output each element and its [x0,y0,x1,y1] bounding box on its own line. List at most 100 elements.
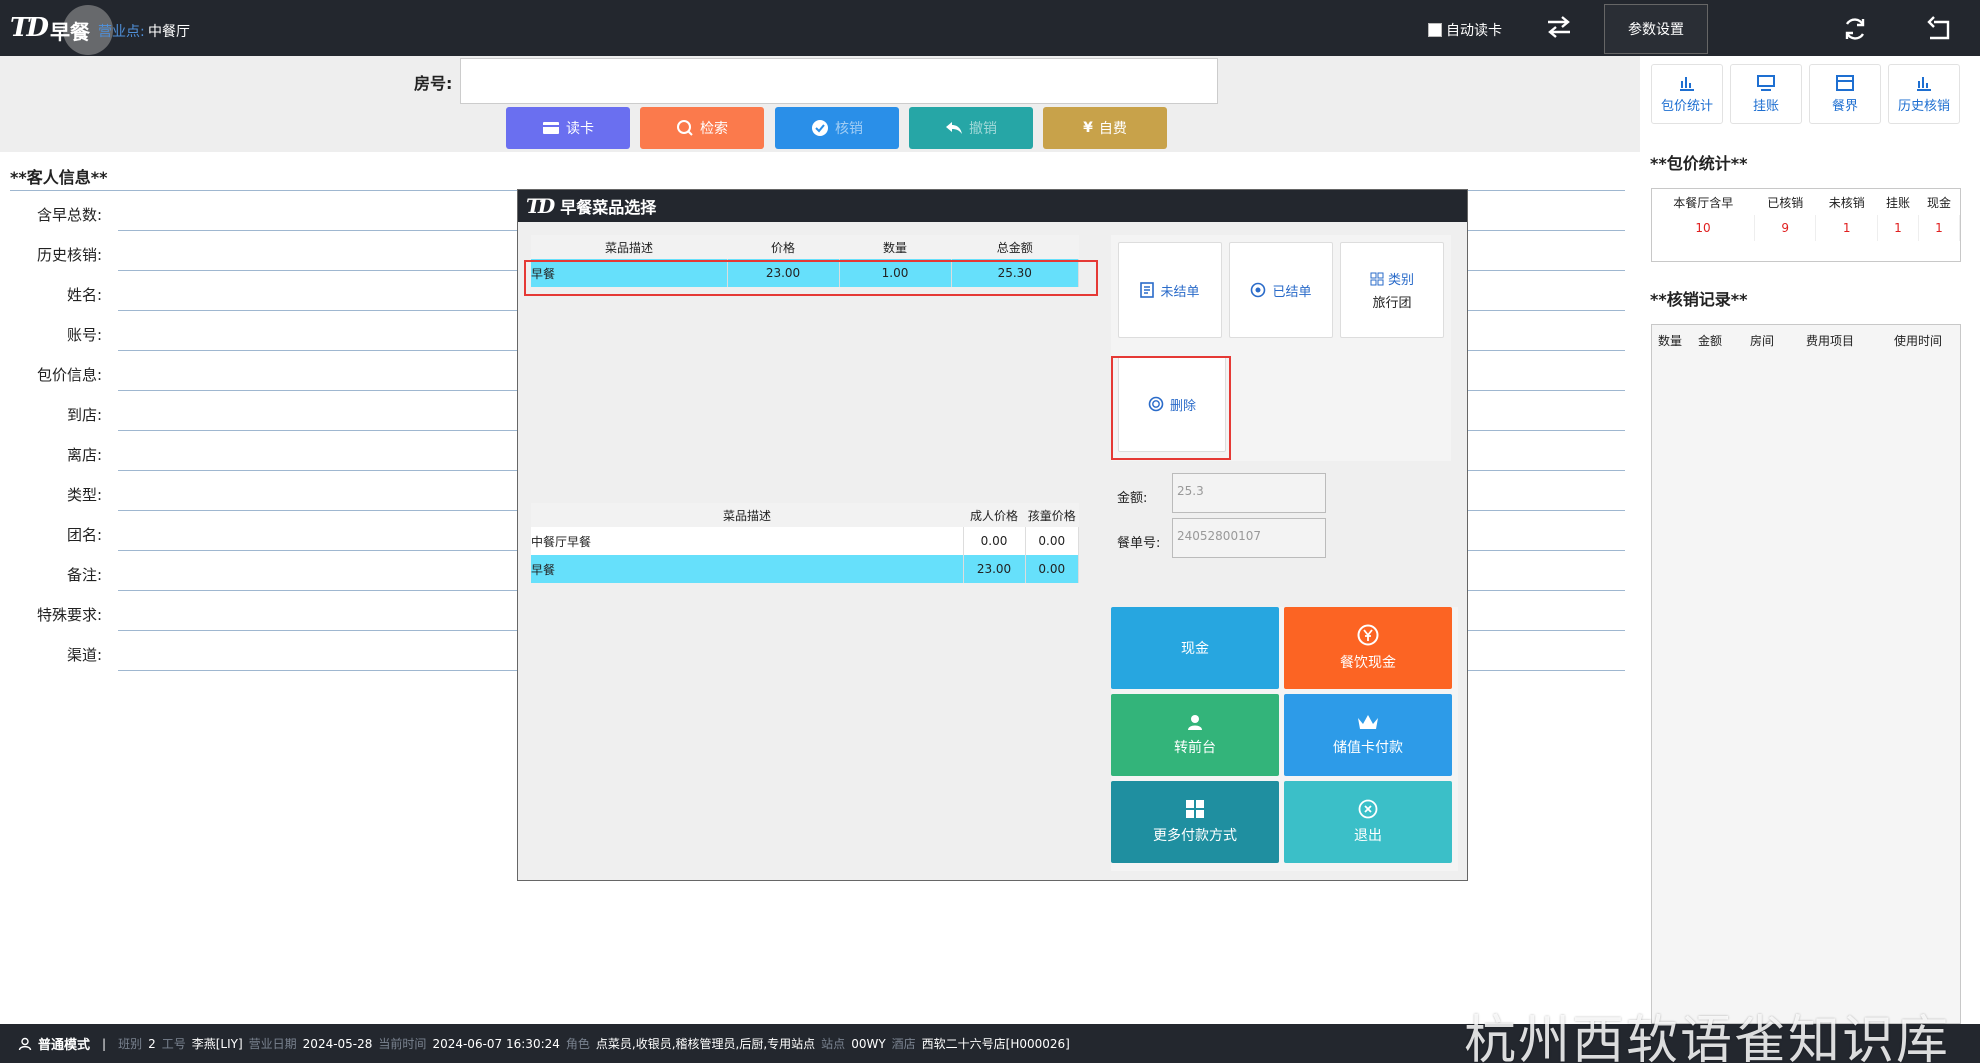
search-button[interactable]: 检索 [640,107,764,149]
self-pay-button[interactable]: ¥ 自费 [1043,107,1167,149]
read-card-label: 读卡 [566,121,594,137]
guest-field-label: 历史核销: [36,246,102,264]
stat-value: 1 [1815,215,1878,241]
dialog-title: 早餐菜品选择 [560,198,657,217]
watermark-text: 杭州西软语雀知识库 [1464,1011,1951,1063]
dining-cash-button[interactable]: 餐饮现金 [1284,607,1452,689]
package-stats-header: **包价统计** [1650,154,1748,173]
column-header: 现金 [1926,195,1951,210]
table-row[interactable]: 早餐 23.00 0.00 [531,555,1079,583]
column-header: 使用时间 [1894,333,1943,348]
category-button[interactable]: 类别 旅行团 [1340,242,1444,338]
biz-date-value: 2024-05-28 [302,1036,373,1051]
business-point-value[interactable]: 中餐厅 [148,21,190,41]
station-label: 站点 [821,1037,846,1051]
verify-records-header: **核销记录** [1650,290,1748,309]
guest-field-label: 账号: [66,326,102,344]
verify-records-table: 数量 金额 房间 费用项目 使用时间 [1651,324,1961,1024]
meal-session-button[interactable]: 餐界 [1809,64,1881,124]
biz-date-label: 营业日期 [248,1037,297,1051]
window-icon [1836,74,1854,91]
undo-button[interactable]: 撤销 [909,107,1033,149]
app-logo: TD [10,13,49,43]
dialog-title-bar: TD 早餐菜品选择 [518,190,1467,222]
amount-field[interactable]: 25.3 [1172,473,1326,513]
shift-value: 2 [148,1036,156,1051]
card-icon [543,122,559,134]
stored-card-pay-button[interactable]: 储值卡付款 [1284,694,1452,776]
package-stats-button[interactable]: 包价统计 [1651,64,1723,124]
search-label: 检索 [700,121,728,137]
verify-button[interactable]: 核销 [775,107,899,149]
category-label: 类别 [1387,273,1414,288]
settled-button[interactable]: 已结单 [1229,242,1333,338]
menu-dish: 早餐 [531,555,964,583]
stat-value: 9 [1754,215,1817,241]
monitor-icon [1757,74,1775,91]
more-payment-label: 更多付款方式 [1153,828,1237,844]
menu-table: 菜品描述 成人价格 孩童价格 中餐厅早餐 0.00 0.00 早餐 23.00 … [531,503,1079,583]
package-stats-table: 本餐厅含早 已核销 未核销 挂账 现金 10 9 1 1 1 [1651,188,1961,262]
highlight-box [524,260,1098,296]
search-icon [677,120,693,136]
current-time-value: 2024-06-07 16:30:24 [432,1036,560,1051]
meal-session-label: 餐界 [1831,98,1858,114]
worker-value: 李燕[LIY] [191,1037,243,1051]
unsettled-label: 未结单 [1160,284,1200,300]
exit-button[interactable]: 退出 [1284,781,1452,863]
verify-label: 核销 [835,121,863,137]
adult-price: 0.00 [963,527,1026,555]
grid-icon [1370,272,1384,285]
logo-icon: TD [10,13,49,43]
bar-chart-icon [1917,76,1931,91]
undo-label: 撤销 [969,121,997,137]
cash-button[interactable]: 现金 [1111,607,1279,689]
auto-read-checkbox[interactable] [1428,23,1442,37]
order-number-label: 餐单号: [1117,536,1161,551]
switch-icon[interactable] [1544,14,1574,40]
column-header: 数量 [1658,333,1683,348]
category-sub-label: 旅行团 [1372,296,1412,311]
refresh-icon[interactable] [1840,14,1870,44]
auto-read-toggle[interactable]: 自动读卡 [1428,20,1502,40]
room-label: 房号: [414,74,453,93]
order-number-field[interactable]: 24052800107 [1172,518,1326,558]
separator: | [102,1036,107,1051]
guest-field-label: 渠道: [66,646,102,664]
business-point-label: 营业点: [98,24,145,40]
read-card-button[interactable]: 读卡 [506,107,630,149]
stat-value: 1 [1918,215,1961,241]
user-icon [1188,715,1202,730]
column-header: 菜品描述 [531,503,963,527]
crown-icon [1358,715,1378,729]
guest-info-header: **客人信息** [10,168,108,187]
guest-field-label: 含早总数: [36,206,102,224]
back-icon[interactable] [1924,14,1954,44]
stored-card-label: 储值卡付款 [1333,740,1403,756]
exit-label: 退出 [1354,828,1382,844]
more-payment-button[interactable]: 更多付款方式 [1111,781,1279,863]
auto-read-label: 自动读卡 [1446,23,1502,39]
stat-value: 10 [1652,215,1755,241]
guest-field-label: 到店: [66,406,102,424]
shift-label: 班别 [118,1037,143,1051]
unsettled-button[interactable]: 未结单 [1118,242,1222,338]
hotel-value: 西软二十六号店[H000026] [921,1037,1070,1051]
table-row[interactable]: 中餐厅早餐 0.00 0.00 [531,527,1079,555]
mode-label: 普通模式 [38,1038,91,1053]
guest-field-label: 特殊要求: [36,606,102,624]
self-pay-label: 自费 [1098,121,1127,137]
amount-label: 金额: [1117,491,1148,506]
bar-chart-icon [1680,76,1694,91]
to-front-desk-label: 转前台 [1174,740,1216,756]
column-header: 已核销 [1767,195,1804,210]
history-verify-button[interactable]: 历史核销 [1888,64,1960,124]
column-header: 费用项目 [1806,333,1855,348]
yen-coin-icon [1357,624,1379,646]
params-settings-button[interactable]: 参数设置 [1604,4,1708,54]
charge-label: 挂账 [1752,98,1779,114]
to-front-desk-button[interactable]: 转前台 [1111,694,1279,776]
room-number-input[interactable] [460,58,1218,104]
charge-button[interactable]: 挂账 [1730,64,1802,124]
child-price: 0.00 [1025,527,1079,555]
